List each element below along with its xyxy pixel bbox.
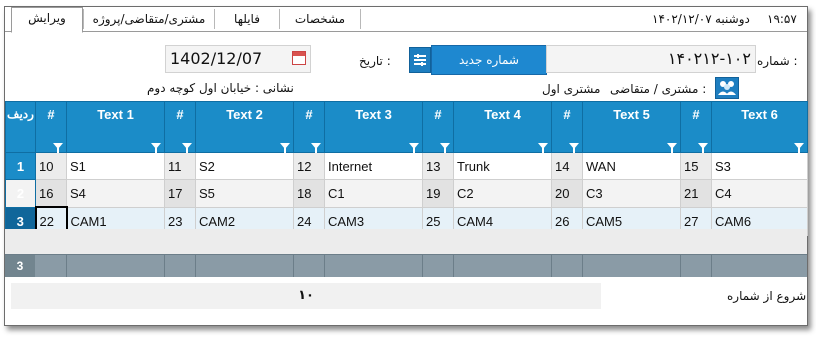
filter-icon[interactable] xyxy=(311,143,321,153)
date-field[interactable]: 1402/12/07 xyxy=(165,45,311,73)
cell-num[interactable]: 15 xyxy=(680,152,712,180)
cell-num[interactable]: 11 xyxy=(164,152,196,180)
summary-divider xyxy=(324,255,325,277)
col3-text-header[interactable]: Text 3 xyxy=(324,101,423,153)
summary-divider xyxy=(453,255,454,277)
start-number-label: شروع از شماره xyxy=(727,289,807,303)
col5-num-header[interactable]: # xyxy=(551,101,583,153)
status-date: ۱۴۰۲/۱۲/۰۷ xyxy=(652,12,712,26)
status-time: ۱۹:۵۷ xyxy=(767,12,797,26)
filter-icon[interactable] xyxy=(698,143,708,153)
cell-text[interactable]: C2 xyxy=(453,179,552,208)
cell-text[interactable]: WAN xyxy=(582,152,681,180)
col6-text-header[interactable]: Text 6 xyxy=(711,101,808,153)
cell-text[interactable]: Internet xyxy=(324,152,423,180)
list-settings-icon[interactable] xyxy=(409,47,431,73)
address-text: نشانی : خیابان اول کوچه دوم xyxy=(147,81,294,95)
cell-num[interactable]: 21 xyxy=(680,179,712,208)
cell-text[interactable]: C3 xyxy=(582,179,681,208)
col3-num-header[interactable]: # xyxy=(293,101,325,153)
number-field[interactable]: ۱۴۰۲۱۲-۱۰۲ xyxy=(546,45,756,73)
cell-text[interactable]: Trunk xyxy=(453,152,552,180)
number-value: ۱۴۰۲۱۲-۱۰۲ xyxy=(667,49,751,68)
filter-icon[interactable] xyxy=(151,143,161,153)
cell-num[interactable]: 10 xyxy=(35,152,67,180)
tab-customer-project[interactable]: مشتری/متقاضی/پروژه xyxy=(83,9,214,29)
grid-header-row: ردیف # Text 1 # Text 2 # Text 3 # Text 4… xyxy=(5,101,808,153)
summary-divider xyxy=(195,255,196,277)
cell-num[interactable]: 13 xyxy=(422,152,454,180)
col1-text-header[interactable]: Text 1 xyxy=(66,101,165,153)
tab-bar: ویرایش مشتری/متقاضی/پروژه فایلها مشخصات … xyxy=(5,7,807,33)
filter-icon[interactable] xyxy=(182,143,192,153)
footer-panel: ۱۰ شروع از شماره xyxy=(5,277,807,324)
grid-summary-bar: 3 xyxy=(5,254,807,277)
customer-group-icon[interactable] xyxy=(715,77,739,99)
cell-num[interactable]: 17 xyxy=(164,179,196,208)
col2-text-header[interactable]: Text 2 xyxy=(195,101,294,153)
col4-text-header[interactable]: Text 4 xyxy=(453,101,552,153)
customer-label: مشتری / متقاضی : xyxy=(610,82,707,96)
customer-value: مشتری اول xyxy=(542,82,601,96)
col2-num-header[interactable]: # xyxy=(164,101,196,153)
main-window: ویرایش مشتری/متقاضی/پروژه فایلها مشخصات … xyxy=(4,6,808,326)
filter-icon[interactable] xyxy=(794,143,804,153)
col4-num-header[interactable]: # xyxy=(422,101,454,153)
cell-text[interactable]: C4 xyxy=(711,179,808,208)
date-value: 1402/12/07 xyxy=(170,49,263,68)
new-number-button[interactable]: شماره جدید xyxy=(431,45,547,75)
cell-text[interactable]: S2 xyxy=(195,152,294,180)
summary-divider xyxy=(680,255,681,277)
status-weekday: دوشنبه xyxy=(715,12,750,26)
row-number-header[interactable]: ردیف xyxy=(5,101,36,153)
col6-num-header[interactable]: # xyxy=(680,101,712,153)
filter-icon[interactable] xyxy=(569,143,579,153)
cell-text[interactable]: S1 xyxy=(66,152,165,180)
filter-icon[interactable] xyxy=(538,143,548,153)
summary-divider xyxy=(551,255,552,277)
filter-icon[interactable] xyxy=(409,143,419,153)
cell-num[interactable]: 18 xyxy=(293,179,325,208)
tab-details[interactable]: مشخصات xyxy=(279,9,361,29)
cell-text[interactable]: S5 xyxy=(195,179,294,208)
cell-num[interactable]: 14 xyxy=(551,152,583,180)
table-row[interactable]: 2 16 S4 17 S5 18 C1 19 C2 20 C3 21 C4 xyxy=(5,179,808,208)
col1-num-header[interactable]: # xyxy=(35,101,67,153)
summary-divider xyxy=(164,255,165,277)
data-grid: ردیف # Text 1 # Text 2 # Text 3 # Text 4… xyxy=(5,101,808,236)
cell-num[interactable]: 12 xyxy=(293,152,325,180)
filter-icon[interactable] xyxy=(53,143,63,153)
summary-divider xyxy=(66,255,67,277)
tab-edit[interactable]: ویرایش xyxy=(11,7,83,33)
tab-files[interactable]: فایلها xyxy=(214,9,279,29)
summary-row-count: 3 xyxy=(5,255,35,277)
col5-text-header[interactable]: Text 5 xyxy=(582,101,681,153)
cell-num[interactable]: 19 xyxy=(422,179,454,208)
row-index[interactable]: 1 xyxy=(5,152,36,180)
number-label: شماره : xyxy=(757,54,798,68)
filter-icon[interactable] xyxy=(667,143,677,153)
summary-divider xyxy=(582,255,583,277)
cell-num[interactable]: 16 xyxy=(35,179,67,208)
summary-divider xyxy=(293,255,294,277)
cell-text[interactable]: C1 xyxy=(324,179,423,208)
cell-text[interactable]: S4 xyxy=(66,179,165,208)
summary-divider xyxy=(711,255,712,277)
summary-divider xyxy=(422,255,423,277)
filter-icon[interactable] xyxy=(280,143,290,153)
cell-text[interactable]: S3 xyxy=(711,152,808,180)
row-index[interactable]: 2 xyxy=(5,179,36,208)
start-number-field[interactable]: ۱۰ xyxy=(11,283,601,309)
date-label: تاریخ : xyxy=(359,54,391,68)
table-row[interactable]: 1 10 S1 11 S2 12 Internet 13 Trunk 14 WA… xyxy=(5,152,808,180)
filter-icon[interactable] xyxy=(440,143,450,153)
cell-num[interactable]: 20 xyxy=(551,179,583,208)
calendar-icon[interactable] xyxy=(292,51,306,65)
grid-empty-area xyxy=(5,229,807,255)
